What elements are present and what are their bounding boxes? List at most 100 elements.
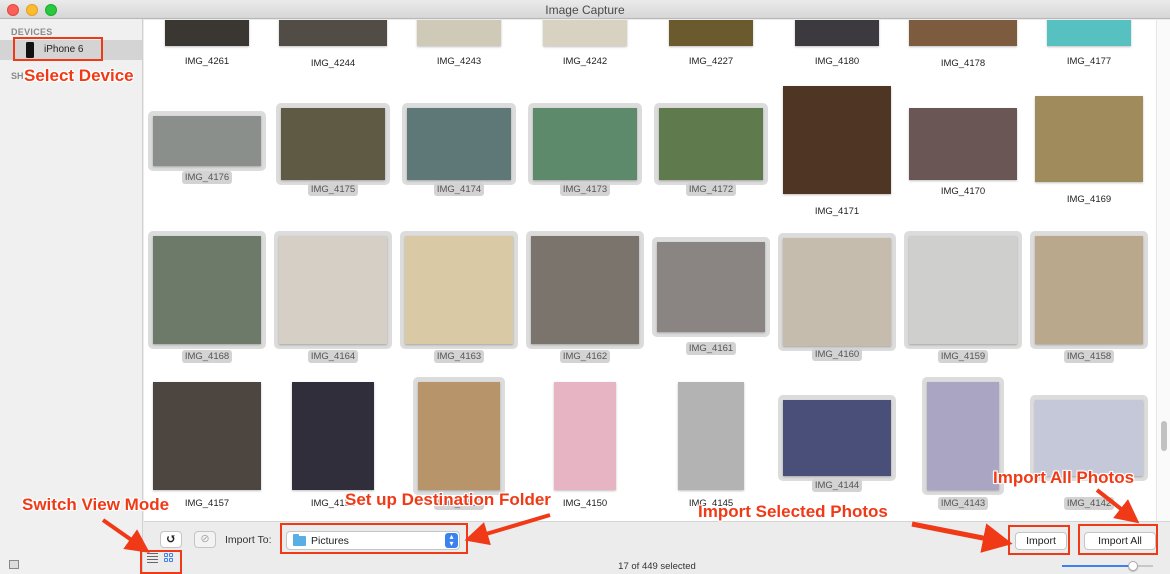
photo-image <box>292 382 374 490</box>
photo-name: IMG_4242 <box>562 56 608 67</box>
photo-thumbnail[interactable] <box>795 20 879 46</box>
photo-caption: IMG_4143 <box>900 497 1026 510</box>
photo-thumbnail[interactable] <box>669 20 753 46</box>
photo-thumbnail[interactable] <box>1047 20 1131 46</box>
photo-thumbnail[interactable] <box>543 20 627 46</box>
photo-name: IMG_4176 <box>181 171 233 184</box>
rotate-button[interactable]: ↺ <box>160 531 182 548</box>
photo-image <box>554 382 616 490</box>
photo-name: IMG_4178 <box>940 58 986 69</box>
photo-name: IMG_4164 <box>307 350 359 363</box>
vertical-scrollbar[interactable] <box>1156 20 1170 521</box>
photo-image <box>783 86 891 194</box>
photo-name: IMG_4171 <box>814 206 860 217</box>
photo-name: IMG_4157 <box>184 498 230 509</box>
photo-thumbnail[interactable] <box>778 395 896 481</box>
photo-caption: IMG_4158 <box>1026 350 1152 363</box>
photo-name: IMG_4143 <box>937 497 989 510</box>
photo-thumbnail[interactable] <box>783 86 891 194</box>
photo-image <box>279 20 387 46</box>
annotation-box-device <box>13 37 103 61</box>
photo-image <box>1035 96 1143 182</box>
photo-image <box>417 20 501 46</box>
photo-name: IMG_4169 <box>1066 194 1112 205</box>
photo-thumbnail[interactable] <box>413 377 505 495</box>
photo-name: IMG_4162 <box>559 350 611 363</box>
import-to-label: Import To: <box>225 534 272 546</box>
photo-name: IMG_4180 <box>814 56 860 67</box>
photo-name: IMG_4144 <box>811 479 863 492</box>
photo-thumbnail[interactable] <box>292 382 374 490</box>
photo-name: IMG_4227 <box>688 56 734 67</box>
window-title: Image Capture <box>545 3 625 17</box>
thumbnail-size-slider[interactable] <box>1062 561 1153 571</box>
photo-thumbnail[interactable] <box>778 233 896 351</box>
slider-fill <box>1062 565 1133 567</box>
photo-thumbnail[interactable] <box>528 103 642 185</box>
photo-name: IMG_4159 <box>937 350 989 363</box>
photo-image <box>783 238 891 346</box>
photo-thumbnail[interactable] <box>922 377 1004 495</box>
photo-thumbnail[interactable] <box>417 20 501 46</box>
photo-thumbnail[interactable] <box>153 382 261 490</box>
photo-image <box>678 382 744 490</box>
annotation-box-import <box>1008 525 1070 555</box>
photo-thumbnail[interactable] <box>276 103 390 185</box>
photo-thumbnail[interactable] <box>274 231 392 349</box>
photo-image <box>165 20 249 46</box>
device-info-icon[interactable] <box>9 560 19 569</box>
photo-caption: IMG_4172 <box>648 183 774 196</box>
delete-button[interactable]: ⊘ <box>194 531 216 548</box>
photo-name: IMG_4175 <box>307 183 359 196</box>
scroll-thumb[interactable] <box>1161 421 1167 451</box>
photo-thumbnail[interactable] <box>654 103 768 185</box>
photo-thumbnail[interactable] <box>165 20 249 46</box>
photo-thumbnail[interactable] <box>402 103 516 185</box>
photo-image <box>407 108 511 180</box>
photo-image <box>533 108 637 180</box>
photo-name: IMG_4163 <box>433 350 485 363</box>
photo-image <box>1035 400 1143 476</box>
photo-image <box>543 20 627 46</box>
photo-thumbnail[interactable] <box>148 231 266 349</box>
photo-thumbnail[interactable] <box>400 231 518 349</box>
photo-name: IMG_4261 <box>184 56 230 67</box>
sidebar: DEVICES iPhone 6 SH <box>0 19 143 574</box>
photo-caption: IMG_4175 <box>270 183 396 196</box>
photo-thumbnail[interactable] <box>526 231 644 349</box>
photo-image <box>659 108 763 180</box>
photo-name: IMG_4161 <box>685 342 737 355</box>
photo-image <box>927 382 999 490</box>
photo-image <box>418 382 500 490</box>
photo-thumbnail[interactable] <box>279 20 387 46</box>
photo-thumbnail[interactable] <box>909 108 1017 180</box>
photo-caption: IMG_4170 <box>900 186 1026 197</box>
photo-caption: IMG_4243 <box>396 56 522 67</box>
photo-name: IMG_4142 <box>1063 497 1115 510</box>
photo-thumbnail[interactable] <box>652 237 770 337</box>
photo-thumbnail[interactable] <box>678 382 744 490</box>
photo-thumbnail[interactable] <box>909 20 1017 46</box>
photo-thumbnail[interactable] <box>554 382 616 490</box>
photo-caption: IMG_4169 <box>1026 194 1152 205</box>
photo-name: IMG_4168 <box>181 350 233 363</box>
photo-name: IMG_4243 <box>436 56 482 67</box>
photo-image <box>1035 236 1143 344</box>
photo-caption: IMG_4163 <box>396 350 522 363</box>
selection-status: 17 of 449 selected <box>618 561 696 572</box>
photo-thumbnail[interactable] <box>148 111 266 171</box>
photo-image <box>405 236 513 344</box>
photo-name: IMG_4177 <box>1066 56 1112 67</box>
photo-caption: IMG_4261 <box>144 56 270 67</box>
slider-knob[interactable] <box>1127 561 1138 571</box>
photo-name: IMG_4174 <box>433 183 485 196</box>
photo-thumbnail[interactable] <box>1030 231 1148 349</box>
photo-image <box>657 242 765 332</box>
devices-header: DEVICES <box>11 27 53 37</box>
photo-caption: IMG_4159 <box>900 350 1026 363</box>
photo-caption: IMG_4161 <box>648 342 774 355</box>
photo-thumbnail[interactable] <box>1035 96 1143 182</box>
photo-image <box>1047 20 1131 46</box>
photo-thumbnail[interactable] <box>904 231 1022 349</box>
photo-name: IMG_4244 <box>310 58 356 69</box>
